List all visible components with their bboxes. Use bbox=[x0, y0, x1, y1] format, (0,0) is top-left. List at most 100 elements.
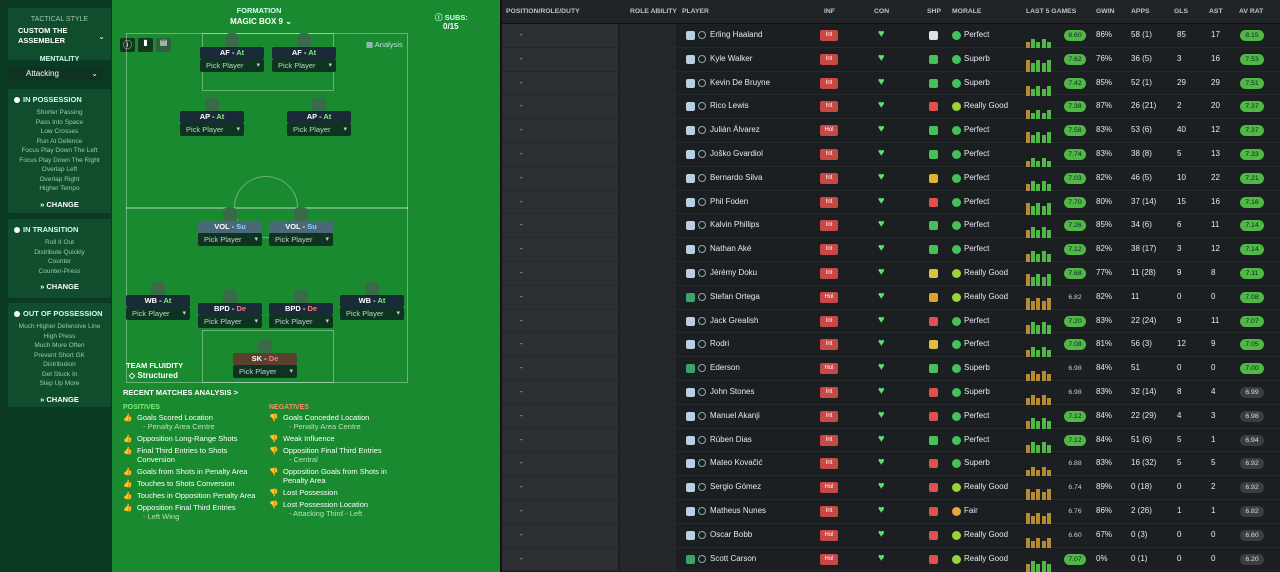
out-of-possession-change-button[interactable]: » CHANGE bbox=[8, 395, 111, 404]
position-role-duty-cell[interactable]: - bbox=[502, 452, 618, 476]
table-row[interactable]: - Rico Lewis Int ♥ Really Good 7.38 87% 26 (21)… bbox=[502, 95, 1280, 120]
column-header[interactable]: GLS bbox=[1174, 8, 1188, 15]
scout-icon[interactable] bbox=[698, 364, 706, 373]
table-row[interactable]: - Oscar Bobb Hol ♥ Really Good 6.60 67% 0 (3) 0 0… bbox=[502, 523, 1280, 548]
column-header[interactable]: GWIN bbox=[1096, 8, 1115, 15]
position-role-duty-cell[interactable]: - bbox=[502, 523, 618, 547]
scout-icon[interactable] bbox=[698, 292, 706, 301]
recent-matches-link[interactable]: RECENT MATCHES ANALYSIS > bbox=[123, 388, 238, 397]
column-header[interactable]: INF bbox=[824, 8, 835, 15]
position-role-duty-cell[interactable]: - bbox=[502, 71, 618, 95]
player-name[interactable]: Scott Carson bbox=[710, 554, 756, 563]
formation-slot[interactable]: AF - At Pick Player bbox=[272, 33, 336, 72]
table-row[interactable]: - Bernardo Silva Int ♥ Perfect 7.03 82% 46 (5) 1… bbox=[502, 166, 1280, 191]
scout-icon[interactable] bbox=[698, 411, 706, 420]
player-name[interactable]: Oscar Bobb bbox=[710, 530, 752, 539]
player-name[interactable]: Sergio Gómez bbox=[710, 482, 761, 491]
table-row[interactable]: - Jack Grealish Int ♥ Perfect 7.20 83% 22 (24) 9… bbox=[502, 309, 1280, 334]
scout-icon[interactable] bbox=[698, 269, 706, 277]
scout-icon[interactable] bbox=[698, 435, 706, 444]
position-role-duty-cell[interactable]: - bbox=[502, 166, 618, 190]
position-role-duty-cell[interactable]: - bbox=[502, 500, 618, 523]
table-row[interactable]: - Stefan Ortega Hol ♥ Really Good 6.82 82% 11 0 0… bbox=[502, 285, 1280, 310]
scout-icon[interactable] bbox=[698, 150, 706, 158]
formation-slot[interactable]: BPD - De Pick Player bbox=[198, 289, 262, 328]
position-role-duty-cell[interactable]: - bbox=[502, 95, 618, 119]
position-role-duty-cell[interactable]: - bbox=[502, 214, 618, 238]
scout-icon[interactable] bbox=[698, 554, 706, 563]
pick-player-select[interactable]: Pick Player bbox=[269, 315, 333, 328]
in-possession-change-button[interactable]: » CHANGE bbox=[8, 200, 111, 209]
pick-player-select[interactable]: Pick Player bbox=[198, 315, 262, 328]
player-name[interactable]: Matheus Nunes bbox=[710, 506, 766, 515]
table-row[interactable]: - Sergio Gómez Hol ♥ Really Good 6.74 89% 0 (18… bbox=[502, 476, 1280, 501]
pick-player-select[interactable]: Pick Player bbox=[198, 233, 262, 246]
scout-icon[interactable] bbox=[698, 173, 706, 182]
column-header[interactable]: POSITION/ROLE/DUTY bbox=[506, 8, 580, 15]
scout-icon[interactable] bbox=[698, 221, 706, 230]
table-row[interactable]: - Phil Foden Int ♥ Perfect 7.70 80% 37 (14) 15 16… bbox=[502, 190, 1280, 215]
player-name[interactable]: Ederson bbox=[710, 363, 740, 372]
column-header[interactable]: PLAYER bbox=[682, 8, 709, 15]
scout-icon[interactable] bbox=[698, 459, 706, 468]
position-role-duty-cell[interactable]: - bbox=[502, 47, 618, 71]
scout-icon[interactable] bbox=[698, 31, 706, 39]
scout-icon[interactable] bbox=[698, 54, 706, 63]
player-name[interactable]: Bernardo Silva bbox=[710, 173, 762, 182]
scout-icon[interactable] bbox=[698, 340, 706, 349]
position-role-duty-cell[interactable]: - bbox=[502, 190, 618, 214]
table-row[interactable]: - Scott Carson Hol ♥ Really Good 7.07 0% 0 (1) 0… bbox=[502, 547, 1280, 572]
player-name[interactable]: Erling Haaland bbox=[710, 30, 762, 39]
formation-slot[interactable]: WB - At Pick Player bbox=[126, 281, 190, 320]
table-row[interactable]: - Mateo Kovačić Int ♥ Superb 6.88 83% 16 (32) 5 5… bbox=[502, 452, 1280, 477]
column-header[interactable]: LAST 5 GAMES bbox=[1026, 8, 1076, 15]
pick-player-select[interactable]: Pick Player bbox=[126, 307, 190, 320]
table-row[interactable]: - Joško Gvardiol Int ♥ Perfect 7.74 83% 38 (8) 5… bbox=[502, 143, 1280, 167]
column-header[interactable]: CON bbox=[874, 8, 889, 15]
player-name[interactable]: Rúben Dias bbox=[710, 435, 752, 444]
position-role-duty-cell[interactable]: - bbox=[502, 143, 618, 166]
position-role-duty-cell[interactable]: - bbox=[502, 476, 618, 499]
player-name[interactable]: Stefan Ortega bbox=[710, 292, 760, 301]
position-role-duty-cell[interactable]: - bbox=[502, 262, 618, 285]
player-name[interactable]: Jack Grealish bbox=[710, 316, 758, 325]
player-name[interactable]: John Stones bbox=[710, 387, 754, 396]
column-header[interactable]: MORALE bbox=[952, 8, 981, 15]
table-row[interactable]: - Rodri Int ♥ Perfect 7.08 81% 56 (3) 12 9 7.05 bbox=[502, 333, 1280, 358]
player-name[interactable]: Rico Lewis bbox=[710, 101, 749, 110]
position-role-duty-cell[interactable]: - bbox=[502, 428, 618, 452]
player-name[interactable]: Kalvin Phillips bbox=[710, 220, 759, 229]
table-row[interactable]: - Kevin De Bruyne Int ♥ Superb 7.42 85% 52 (1) 2… bbox=[502, 71, 1280, 96]
player-name[interactable]: Joško Gvardiol bbox=[710, 149, 763, 158]
pick-player-select[interactable]: Pick Player bbox=[180, 123, 244, 136]
position-role-duty-cell[interactable]: - bbox=[502, 381, 618, 404]
position-role-duty-cell[interactable]: - bbox=[502, 547, 618, 571]
position-role-duty-cell[interactable]: - bbox=[502, 285, 618, 309]
pick-player-select[interactable]: Pick Player bbox=[287, 123, 351, 136]
position-role-duty-cell[interactable]: - bbox=[502, 238, 618, 261]
pick-player-select[interactable]: Pick Player bbox=[272, 59, 336, 72]
player-name[interactable]: Julián Álvarez bbox=[710, 125, 760, 134]
table-row[interactable]: - Manuel Akanji Int ♥ Perfect 7.12 84% 22 (29) 4… bbox=[502, 404, 1280, 429]
formation-slot[interactable]: AP - At Pick Player bbox=[180, 97, 244, 136]
pick-player-select[interactable]: Pick Player bbox=[269, 233, 333, 246]
scout-icon[interactable] bbox=[698, 245, 706, 254]
formation-slot[interactable]: SK - De Pick Player bbox=[233, 339, 297, 378]
scout-icon[interactable] bbox=[698, 102, 706, 111]
scout-icon[interactable] bbox=[698, 316, 706, 325]
table-row[interactable]: - Kyle Walker Int ♥ Superb 7.62 76% 36 (5) 3 16 7.… bbox=[502, 47, 1280, 72]
column-header[interactable]: AST bbox=[1209, 8, 1223, 15]
table-row[interactable]: - Jérémy Doku Int ♥ Really Good 7.68 77% 11 (28… bbox=[502, 262, 1280, 286]
in-transition-change-button[interactable]: » CHANGE bbox=[8, 282, 111, 291]
player-name[interactable]: Mateo Kovačić bbox=[710, 458, 762, 467]
player-name[interactable]: Jérémy Doku bbox=[710, 268, 757, 277]
scout-icon[interactable] bbox=[698, 530, 706, 539]
mentality-select[interactable]: Attacking ⌄ bbox=[8, 67, 103, 81]
column-header[interactable]: SHP bbox=[927, 8, 941, 15]
position-role-duty-cell[interactable]: - bbox=[502, 309, 618, 333]
formation-slot[interactable]: WB - At Pick Player bbox=[340, 281, 404, 320]
position-role-duty-cell[interactable]: - bbox=[502, 24, 618, 47]
pick-player-select[interactable]: Pick Player bbox=[340, 307, 404, 320]
scout-icon[interactable] bbox=[698, 197, 706, 206]
player-name[interactable]: Kevin De Bruyne bbox=[710, 78, 770, 87]
